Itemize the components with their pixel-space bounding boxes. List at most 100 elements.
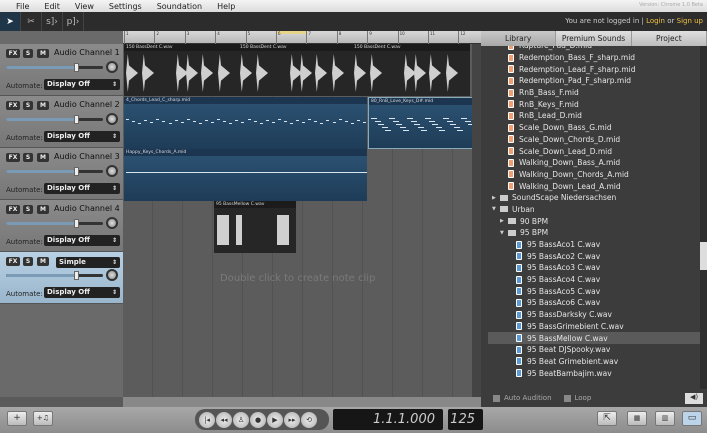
fx-button[interactable]: FX: [6, 153, 20, 162]
mute-button[interactable]: M: [37, 101, 49, 110]
solo-button[interactable]: S: [23, 49, 33, 58]
instrument-select[interactable]: Simple ⇕: [56, 257, 120, 268]
volume-thumb[interactable]: [73, 271, 79, 280]
speaker-icon[interactable]: ◀): [685, 392, 703, 404]
file-item[interactable]: 95 BassAco5 C.wav: [488, 285, 700, 297]
audio-clip[interactable]: 150 BassDent C.wav: [124, 44, 238, 96]
volume-thumb[interactable]: [73, 219, 79, 228]
caret-down-icon[interactable]: ▼: [500, 230, 508, 236]
library-toggle-icon[interactable]: ▭: [682, 411, 702, 426]
timeline-horizontal-scrollbar[interactable]: [123, 397, 481, 407]
track-name[interactable]: Audio Channel 3: [54, 152, 120, 161]
login-link[interactable]: Login: [646, 17, 665, 25]
scissors-icon[interactable]: ✂: [21, 12, 42, 31]
file-item[interactable]: 95 BassDarksky C.wav: [488, 309, 700, 321]
file-item[interactable]: Walking_Down_Chords_A.mid: [488, 169, 700, 181]
solo-button[interactable]: S: [23, 205, 33, 214]
auto-audition-checkbox[interactable]: [493, 394, 500, 402]
pointer-icon[interactable]: ➤: [0, 12, 21, 31]
export-icon[interactable]: ⇱: [597, 411, 617, 426]
track-name[interactable]: Audio Channel 2: [54, 100, 120, 109]
file-item[interactable]: RnB_Lead_D.mid: [488, 110, 700, 122]
caret-right-icon[interactable]: ▶: [500, 218, 508, 224]
track-name[interactable]: Audio Channel 4: [54, 204, 120, 213]
add-track-button[interactable]: +: [7, 411, 27, 426]
file-item[interactable]: Redemption_Bass_F_sharp.mid: [488, 52, 700, 64]
pan-knob[interactable]: [106, 269, 118, 281]
skip-start-icon[interactable]: |◂: [199, 411, 215, 428]
tab-library[interactable]: Library: [481, 31, 557, 46]
folder-item[interactable]: ▼ Urban: [488, 204, 700, 216]
midi-clip[interactable]: 80_RnB_Love_Keys_D#.mid: [368, 97, 472, 149]
loop-marker[interactable]: [277, 31, 307, 34]
rewind-icon[interactable]: ◂◂: [216, 411, 232, 428]
pan-knob[interactable]: [106, 165, 118, 177]
mute-button[interactable]: M: [37, 205, 49, 214]
file-item[interactable]: RnB_Bass_F.mid: [488, 87, 700, 99]
midi-clip[interactable]: Happy_Keys_Chords_A.mid: [124, 149, 367, 201]
file-item[interactable]: Scale_Down_Bass_G.mid: [488, 122, 700, 134]
timeline-ruler[interactable]: 1 2 3 4 5 6 7 8 9 10 11 12: [123, 31, 481, 44]
pan-knob[interactable]: [106, 217, 118, 229]
split-icon[interactable]: s]›: [42, 12, 63, 31]
paste-icon[interactable]: p]›: [63, 12, 84, 31]
menu-file[interactable]: File: [16, 2, 29, 11]
file-item[interactable]: 95 Beat DJSpooky.wav: [488, 344, 700, 356]
file-item[interactable]: 95 BassAco2 C.wav: [488, 250, 700, 262]
menu-settings[interactable]: Settings: [109, 2, 142, 11]
signup-link[interactable]: Sign up: [677, 17, 703, 25]
folder-item[interactable]: ▶ SoundScape Niedersachsen: [488, 192, 700, 204]
volume-slider[interactable]: [6, 167, 103, 176]
caret-down-icon[interactable]: ▼: [492, 206, 500, 212]
caret-right-icon[interactable]: ▶: [492, 195, 500, 201]
keyboard-icon[interactable]: ▥: [655, 411, 675, 426]
mixer-icon[interactable]: ▦: [627, 411, 647, 426]
volume-slider[interactable]: [6, 219, 103, 228]
fast-forward-icon[interactable]: ▸▸: [284, 411, 300, 428]
scrollbar-thumb[interactable]: [700, 242, 707, 270]
menu-edit[interactable]: Edit: [44, 2, 60, 11]
menu-help[interactable]: Help: [217, 2, 235, 11]
mute-button[interactable]: M: [37, 257, 49, 266]
track-header[interactable]: FX S M Audio Channel 3 Automate: Display Off ⇕: [0, 148, 123, 200]
volume-thumb[interactable]: [73, 167, 79, 176]
volume-thumb[interactable]: [73, 63, 79, 72]
loop-icon[interactable]: ⟲: [301, 411, 317, 428]
record-icon[interactable]: ●: [250, 411, 266, 428]
file-item[interactable]: Scale_Down_Lead_D.mid: [488, 145, 700, 157]
folder-item[interactable]: ▶ 90 BPM: [488, 215, 700, 227]
file-item[interactable]: 95 BassAco4 C.wav: [488, 274, 700, 286]
file-item[interactable]: Scale_Down_Chords_D.mid: [488, 134, 700, 146]
pan-knob[interactable]: [106, 113, 118, 125]
file-item[interactable]: 95 Beat Grimebient.wav: [488, 356, 700, 368]
track-header[interactable]: FX S M Audio Channel 4 Automate: Display Off ⇕: [0, 200, 123, 252]
track-header[interactable]: FX S M Audio Channel 2 Automate: Display Off ⇕: [0, 96, 123, 148]
timeline-vertical-scrollbar[interactable]: [472, 44, 481, 397]
automate-select[interactable]: Display Off ⇕: [44, 131, 120, 142]
file-item[interactable]: 95 BassGrimebient C.wav: [488, 321, 700, 333]
timeline[interactable]: 150 BassDent C.wav 150 BassDent C.wav 150 …: [123, 44, 472, 397]
metronome-icon[interactable]: ♙: [233, 411, 249, 428]
midi-clip[interactable]: 4_Chords_Lead_C_sharp.mid: [124, 97, 367, 149]
tab-premium-sounds[interactable]: Premium Sounds: [556, 31, 632, 46]
automate-select[interactable]: Display Off ⇕: [44, 235, 120, 246]
file-item[interactable]: 95 BassMellow C.wav: [488, 332, 700, 344]
file-item[interactable]: 95 BassAco6 C.wav: [488, 297, 700, 309]
volume-slider[interactable]: [6, 115, 103, 124]
volume-slider[interactable]: [6, 63, 103, 72]
pan-knob[interactable]: [106, 61, 118, 73]
fx-button[interactable]: FX: [6, 101, 20, 110]
volume-thumb[interactable]: [73, 115, 79, 124]
track-name[interactable]: Audio Channel 1: [54, 48, 120, 57]
file-item[interactable]: Redemption_Lead_F_sharp.mid: [488, 63, 700, 75]
audio-clip[interactable]: 95 BassMellow C.wav: [214, 201, 296, 253]
volume-slider[interactable]: [6, 271, 103, 280]
mute-button[interactable]: M: [37, 49, 49, 58]
file-item[interactable]: 95 BassAco3 C.wav: [488, 262, 700, 274]
menu-view[interactable]: View: [75, 2, 94, 11]
audio-clip[interactable]: 150 BassDent C.wav: [238, 44, 352, 96]
file-item[interactable]: RnB_Keys_F.mid: [488, 98, 700, 110]
play-icon[interactable]: ▶: [267, 411, 283, 428]
file-item[interactable]: 95 BassAco1 C.wav: [488, 239, 700, 251]
file-item[interactable]: Redemption_Pad_F_sharp.mid: [488, 75, 700, 87]
